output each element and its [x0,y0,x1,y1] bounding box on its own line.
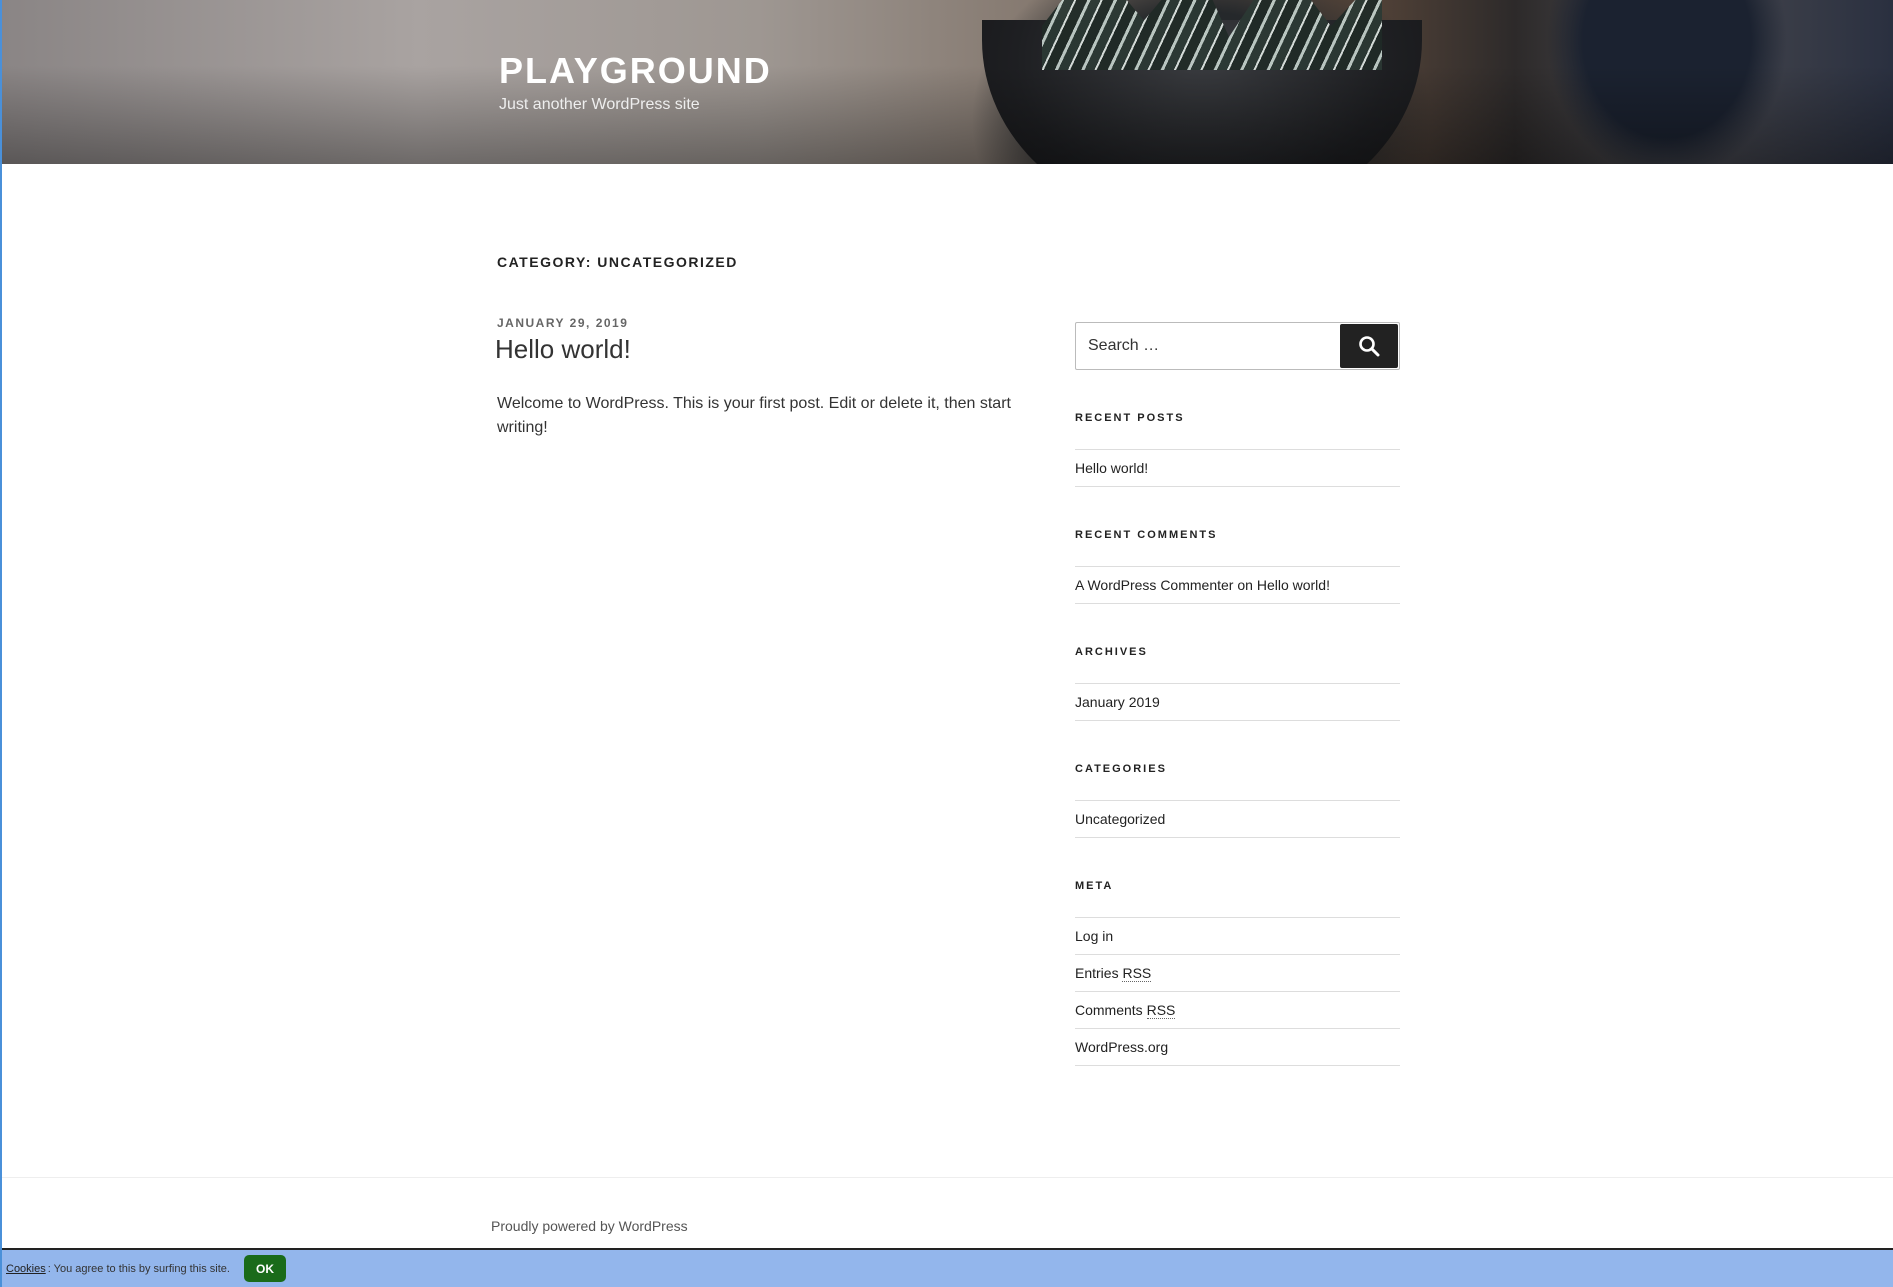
sidebar [1075,322,1400,370]
list-item: Entries RSS [1075,955,1400,992]
search-form [1075,322,1400,370]
cookie-ok-button[interactable]: OK [243,1255,286,1282]
site-description: Just another WordPress site [499,96,700,113]
browser-page [0,0,1893,1287]
recent-comments-list: A WordPress Commenter on Hello world! [1075,566,1400,604]
comments-rss-text: Comments [1075,1002,1147,1018]
recent-comments-title: RECENT COMMENTS [1075,529,1218,541]
footer-credit-link[interactable]: Proudly powered by WordPress [491,1218,688,1234]
comment-post-link[interactable]: Hello world! [1257,577,1330,593]
list-item: WordPress.org [1075,1029,1400,1066]
entries-rss-text: Entries [1075,965,1123,981]
search-button[interactable] [1340,324,1398,368]
login-link[interactable]: Log in [1075,928,1113,944]
page-title: CATEGORY: UNCATEGORIZED [497,254,738,270]
recent-posts-title: RECENT POSTS [1075,412,1185,424]
list-item: Uncategorized [1075,801,1400,838]
archives-list: January 2019 [1075,683,1400,721]
post-excerpt: Welcome to WordPress. This is your first… [497,395,1011,436]
list-item: January 2019 [1075,684,1400,721]
wordpress-org-link[interactable]: WordPress.org [1075,1039,1168,1055]
rss-abbr: RSS [1146,1002,1176,1019]
list-item: Log in [1075,918,1400,955]
comment-author-link[interactable]: A WordPress Commenter [1075,577,1233,593]
archive-link[interactable]: January 2019 [1075,694,1160,710]
list-item: Hello world! [1075,450,1400,487]
meta-list: Log in Entries RSS Comments RSS WordPres… [1075,917,1400,1066]
site-title[interactable]: PLAYGROUND [499,50,772,92]
header-shade [2,0,1893,164]
list-item: Comments RSS [1075,992,1400,1029]
search-input[interactable] [1076,323,1342,369]
comments-rss-link[interactable]: Comments RSS [1075,1002,1176,1019]
entries-rss-link[interactable]: Entries RSS [1075,965,1152,982]
cookies-link[interactable]: Cookies [6,1263,46,1275]
cookie-bar: Cookies : You agree to this by surfing t… [2,1248,1893,1287]
list-item: A WordPress Commenter on Hello world! [1075,567,1400,604]
recent-posts-list: Hello world! [1075,449,1400,487]
categories-list: Uncategorized [1075,800,1400,838]
archives-title: ARCHIVES [1075,646,1148,658]
category-link[interactable]: Uncategorized [1075,811,1165,827]
footer-divider [2,1177,1893,1178]
post-date[interactable]: JANUARY 29, 2019 [497,316,628,330]
post-title[interactable]: Hello world! [495,334,631,365]
categories-title: CATEGORIES [1075,763,1167,775]
recent-post-link[interactable]: Hello world! [1075,460,1148,476]
cookie-notice-text: : You agree to this by surfing this site… [47,1262,230,1275]
rss-abbr: RSS [1122,965,1152,982]
meta-title: META [1075,880,1114,892]
search-icon [1359,336,1380,357]
comment-connector: on [1237,577,1253,593]
site-header: PLAYGROUND Just another WordPress site [2,0,1893,164]
